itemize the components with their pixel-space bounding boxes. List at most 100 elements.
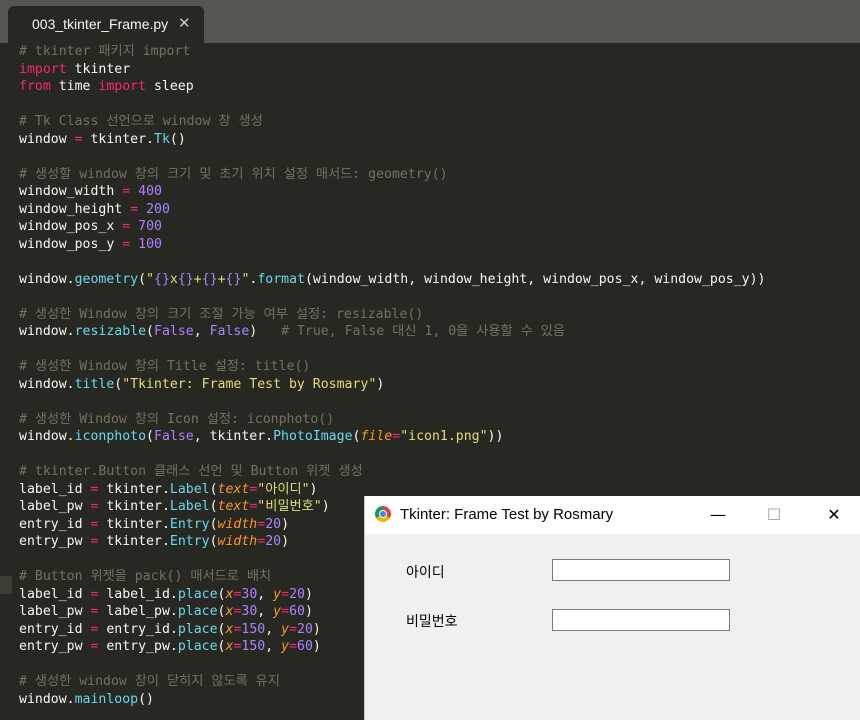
code-token: # 생성할 window 창의 크기 및 초기 위치 설정 매서드: geome… xyxy=(19,167,448,182)
code-token: 20 xyxy=(297,622,313,637)
code-token: x xyxy=(169,272,178,287)
code-token: label_id. xyxy=(98,587,178,602)
code-token: # 생성한 Window 창의 크기 조절 가능 여부 설정: resizabl… xyxy=(19,307,424,322)
code-token: 30 xyxy=(241,604,258,619)
code-token: y xyxy=(273,587,282,602)
code-token: label_pw. xyxy=(98,604,178,619)
tkinter-window[interactable]: Tkinter: Frame Test by Rosmary — ☐ ✕ 아이디… xyxy=(364,496,860,720)
code-token: ) xyxy=(376,377,385,392)
code-token: ) xyxy=(309,482,318,497)
code-token: 60 xyxy=(297,639,313,654)
code-token: # tkinter 패키지 import xyxy=(19,44,191,59)
code-token: ( xyxy=(209,482,218,497)
code-token: # True, False 대신 1, 0을 사용할 수 있음 xyxy=(281,324,565,339)
code-line: import tkinter xyxy=(19,61,130,79)
code-token: ) xyxy=(249,324,282,339)
code-token: y xyxy=(281,622,290,637)
code-line: # tkinter.Button 클래스 선언 및 Button 위젯 생성 xyxy=(19,463,363,481)
code-token: )) xyxy=(487,429,504,444)
code-token: from xyxy=(19,79,51,94)
code-token: window. xyxy=(19,429,75,444)
code-token: False xyxy=(154,429,194,444)
code-token: sleep xyxy=(146,79,194,94)
code-token: = xyxy=(257,534,266,549)
code-token: ( xyxy=(209,517,218,532)
code-line: window.title("Tkinter: Frame Test by Ros… xyxy=(19,376,384,394)
code-token: 30 xyxy=(241,587,258,602)
close-icon[interactable]: ✕ xyxy=(811,496,857,534)
code-token: entry_pw xyxy=(19,639,91,654)
code-line: # 생성한 Window 창의 Title 설정: title() xyxy=(19,358,310,376)
code-token: "icon1.png" xyxy=(400,429,488,444)
code-line: window.mainloop() xyxy=(19,691,154,709)
code-token: window. xyxy=(19,377,75,392)
code-line: label_pw = label_pw.place(x=30, y=60) xyxy=(19,603,313,621)
code-token: format xyxy=(257,272,305,287)
code-token: place xyxy=(177,604,218,619)
code-token: , tkinter. xyxy=(193,429,274,444)
current-line-marker xyxy=(0,576,12,594)
code-token: "Tkinter: Frame Test by Rosmary" xyxy=(122,377,377,392)
code-token: Entry xyxy=(169,517,210,532)
code-token: ( xyxy=(146,324,154,339)
code-token: = xyxy=(281,604,290,619)
code-token: place xyxy=(177,639,218,654)
code-token: window. xyxy=(19,692,75,707)
code-token: entry_id xyxy=(19,622,91,637)
code-token: ( xyxy=(138,272,147,287)
code-token: # Tk Class 선언으로 window 창 생성 xyxy=(19,114,263,129)
code-token: tkinter. xyxy=(98,482,170,497)
code-token: tkinter xyxy=(66,62,131,77)
code-token: tkinter. xyxy=(82,132,154,147)
tab-file[interactable]: 003_tkinter_Frame.py ✕ xyxy=(8,6,204,43)
code-token: label_pw xyxy=(19,499,91,514)
code-token: "비밀번호" xyxy=(257,499,322,514)
code-token: = xyxy=(392,429,401,444)
code-token: 20 xyxy=(265,534,282,549)
code-token: PhotoImage xyxy=(273,429,353,444)
code-line: # 생성한 Window 창의 Icon 설정: iconphoto() xyxy=(19,411,334,429)
code-line: window.resizable(False, False) # True, F… xyxy=(19,323,565,341)
code-token: Tk xyxy=(154,132,170,147)
code-line: entry_pw = tkinter.Entry(width=20) xyxy=(19,533,289,551)
code-line: window.geometry("{}x{}+{}+{}".format(win… xyxy=(19,271,765,289)
code-token: 20 xyxy=(265,517,282,532)
code-token: place xyxy=(177,622,218,637)
code-line: window.iconphoto(False, tkinter.PhotoIma… xyxy=(19,428,503,446)
maximize-icon[interactable]: ☐ xyxy=(751,496,797,534)
code-token: Label xyxy=(169,499,210,514)
code-token: = xyxy=(74,132,83,147)
code-line: # 생성한 Window 창의 크기 조절 가능 여부 설정: resizabl… xyxy=(19,306,423,324)
tk-title-bar[interactable]: Tkinter: Frame Test by Rosmary — ☐ ✕ xyxy=(365,496,860,534)
label-pw: 비밀번호 xyxy=(406,614,458,630)
code-token: label_id xyxy=(19,482,91,497)
code-token: ) xyxy=(312,639,321,654)
code-token: 700 xyxy=(138,219,162,234)
code-token: window_pos_y xyxy=(19,237,123,252)
code-token: entry_pw. xyxy=(98,639,178,654)
minimize-icon[interactable]: — xyxy=(695,496,741,534)
code-line: label_id = tkinter.Label(text="아이디") xyxy=(19,481,318,499)
code-token: + xyxy=(217,272,226,287)
code-token: resizable xyxy=(74,324,147,339)
code-token: = xyxy=(289,622,298,637)
code-token: {} xyxy=(177,272,194,287)
id-entry[interactable] xyxy=(552,559,730,581)
code-token: = xyxy=(122,219,131,234)
tab-title: 003_tkinter_Frame.py xyxy=(32,16,169,32)
code-line: window = tkinter.Tk() xyxy=(19,131,186,149)
code-token: () xyxy=(169,132,186,147)
code-token: geometry xyxy=(74,272,139,287)
code-token: window_height xyxy=(19,202,131,217)
code-token: False xyxy=(209,324,250,339)
code-token: () xyxy=(138,692,154,707)
code-line: label_id = label_id.place(x=30, y=20) xyxy=(19,586,313,604)
pw-entry[interactable] xyxy=(552,609,730,631)
code-token: # 생성한 Window 창의 Title 설정: title() xyxy=(19,359,311,374)
tab-close-icon[interactable]: ✕ xyxy=(178,14,191,32)
code-token: ) xyxy=(281,534,290,549)
code-token: import xyxy=(19,62,67,77)
code-token: y xyxy=(273,604,282,619)
